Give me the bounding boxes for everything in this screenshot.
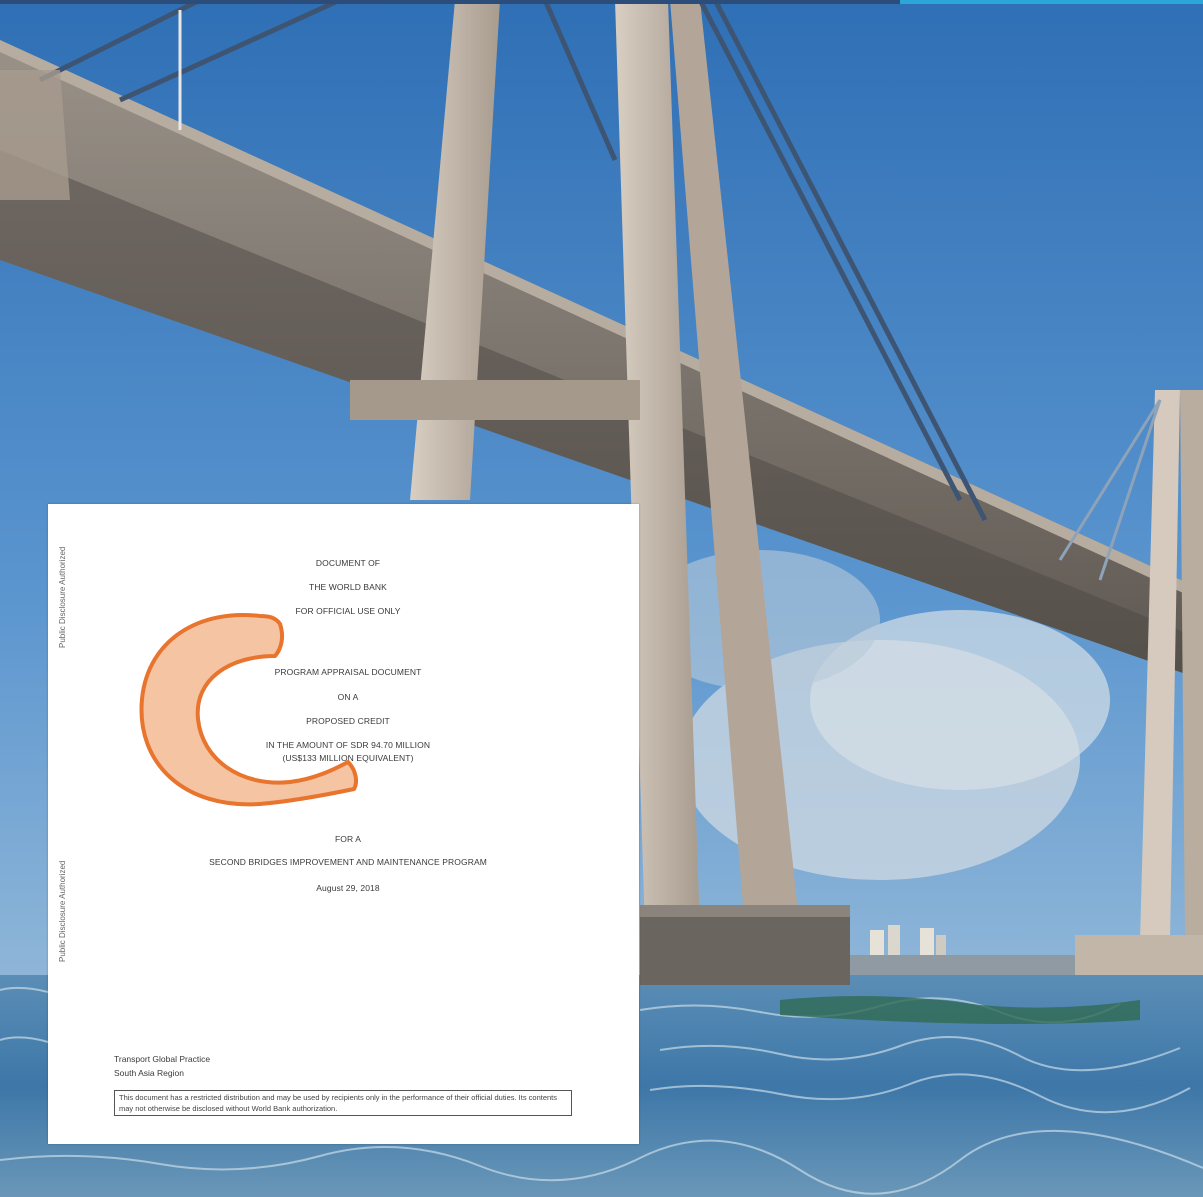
document-date: August 29, 2018 (316, 883, 380, 893)
program-name: SECOND BRIDGES IMPROVEMENT AND MAINTENAN… (209, 857, 487, 867)
top-accent-bar-left (0, 0, 900, 4)
header-line-1: DOCUMENT OF (315, 558, 381, 568)
disclosure-label-top: Public Disclosure Authorized (58, 546, 67, 648)
disclosure-label-bottom: Public Disclosure Authorized (58, 860, 67, 962)
restricted-notice: This document has a restricted distribut… (114, 1090, 572, 1116)
c-shape-logo-icon (139, 613, 358, 807)
top-accent-bar-right (900, 0, 1203, 4)
header-line-2: THE WORLD BANK (309, 582, 387, 592)
region-label: South Asia Region (114, 1068, 184, 1078)
practice-label: Transport Global Practice (114, 1054, 211, 1064)
